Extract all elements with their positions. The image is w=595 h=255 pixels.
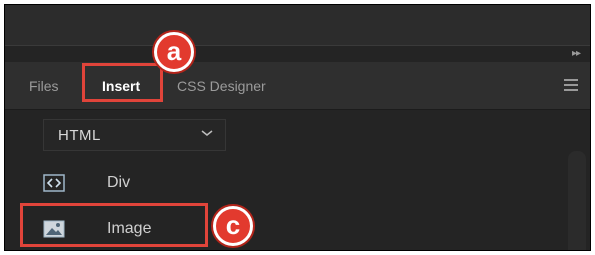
panel-scrollbar[interactable] xyxy=(568,151,586,250)
annotation-badge-c: c xyxy=(213,206,253,246)
double-chevron-right-icon[interactable]: ▸▸ xyxy=(572,49,581,59)
tab-css-designer[interactable]: CSS Designer xyxy=(177,78,266,94)
panel-top-strip xyxy=(5,5,590,45)
panel-divider xyxy=(5,45,590,46)
image-icon xyxy=(43,220,65,238)
chevron-down-icon xyxy=(201,130,213,136)
annotation-badge-a: a xyxy=(154,32,194,72)
insert-item-label: Div xyxy=(107,174,131,191)
panel-tab-bar xyxy=(5,62,590,110)
hamburger-menu-icon[interactable] xyxy=(564,79,578,91)
tab-insert[interactable]: Insert xyxy=(102,78,140,94)
insert-item-label: Image xyxy=(107,220,152,237)
insert-panel: ▸▸ Files Insert CSS Designer HTML Div Im… xyxy=(4,4,591,251)
category-dropdown[interactable]: HTML xyxy=(43,119,226,151)
category-dropdown-value: HTML xyxy=(58,127,101,144)
tab-files[interactable]: Files xyxy=(29,78,59,94)
tab-bar-divider xyxy=(5,109,590,110)
div-code-icon xyxy=(43,174,65,192)
